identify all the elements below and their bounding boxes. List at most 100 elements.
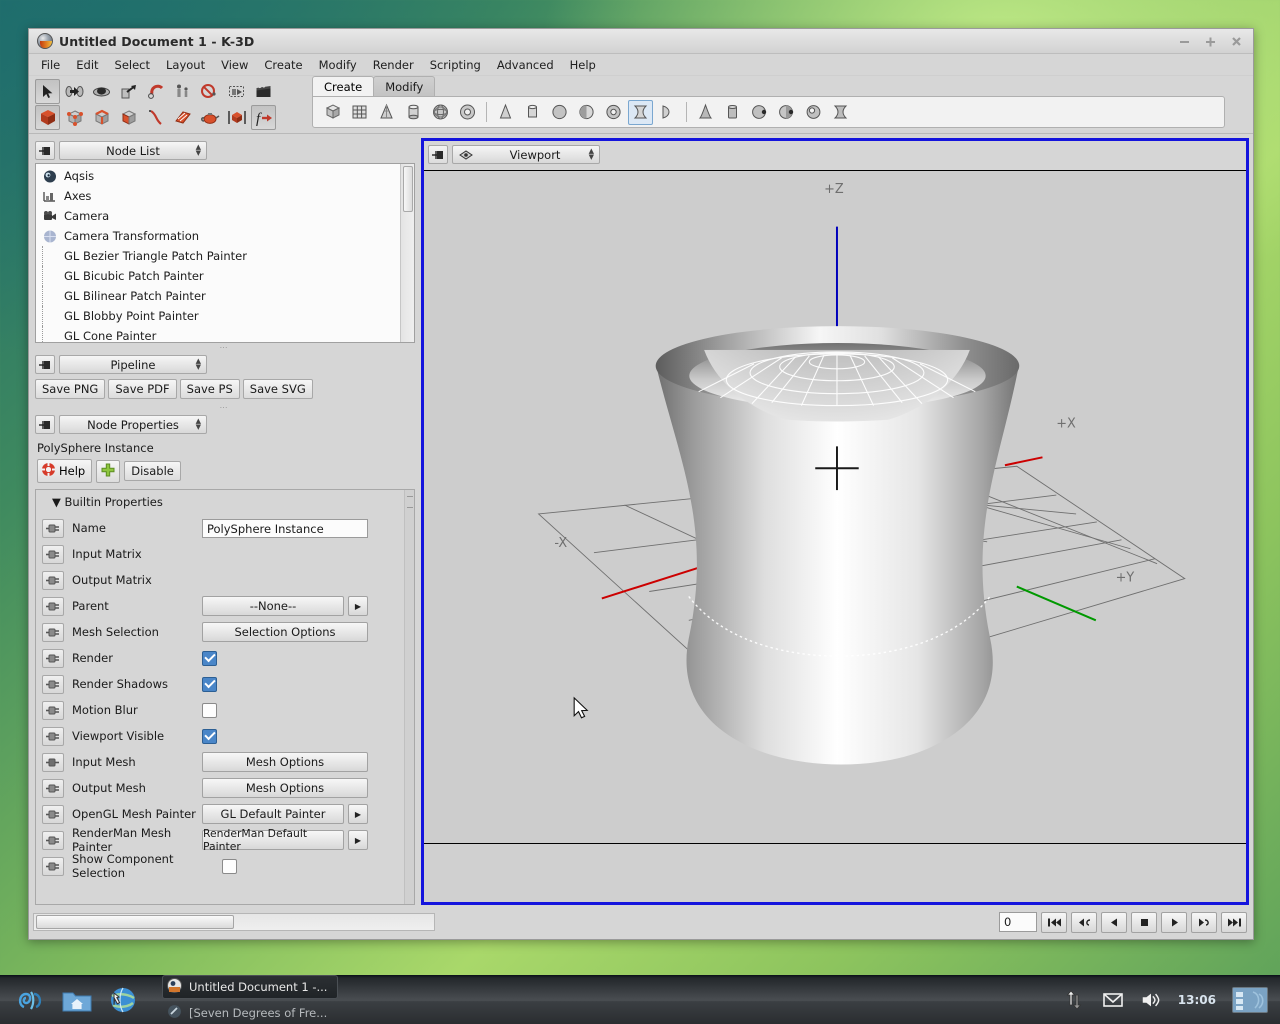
connector-icon[interactable] [42, 570, 64, 590]
patch-icon[interactable] [170, 105, 195, 130]
viewport-panel[interactable]: Viewport ▲ ▼ +Z +X -X +Y [421, 138, 1249, 905]
render-checkbox[interactable] [202, 650, 217, 666]
menu-view[interactable]: View [213, 55, 256, 75]
instance-icon[interactable] [224, 105, 249, 130]
taskbar-task-active[interactable]: Untitled Document 1 -... [162, 974, 339, 999]
parent-menu-arrow-icon[interactable]: ▶ [348, 596, 368, 616]
taskbar-task-inactive[interactable]: [Seven Degrees of Fre... [162, 1001, 338, 1024]
panel-splitter-2[interactable]: ⋯ [33, 403, 415, 412]
poly-disk-icon[interactable] [574, 100, 599, 125]
unparent-tool-icon[interactable] [197, 79, 222, 104]
list-item[interactable]: Camera [36, 206, 400, 226]
grid-icon[interactable] [347, 100, 372, 125]
output-mesh-options-button[interactable]: Mesh Options [202, 778, 368, 798]
maximize-button[interactable] [1204, 35, 1217, 48]
play-reverse-button[interactable] [1101, 911, 1127, 933]
connector-icon[interactable] [42, 674, 64, 694]
input-mesh-options-button[interactable]: Mesh Options [202, 752, 368, 772]
volume-icon[interactable] [1140, 989, 1162, 1011]
menu-help[interactable]: Help [562, 55, 604, 75]
connector-icon[interactable] [42, 726, 64, 746]
viewport-3d-canvas[interactable]: +Z +X -X +Y [424, 170, 1246, 844]
save-svg-button[interactable]: Save SVG [242, 379, 313, 399]
horizontal-scrollbar[interactable] [33, 913, 435, 931]
rewind-to-start-button[interactable] [1041, 911, 1067, 933]
add-property-button[interactable] [96, 459, 121, 483]
taskbar-clock[interactable]: 13:06 [1178, 993, 1216, 1007]
node-list-scroll-thumb[interactable] [403, 166, 413, 212]
connector-icon[interactable] [42, 622, 64, 642]
snap-tool-icon[interactable] [143, 79, 168, 104]
torus-icon[interactable] [455, 100, 480, 125]
node-list-scrollbar[interactable] [400, 164, 414, 342]
viewport-panel-selector[interactable]: Viewport ▲ ▼ [452, 145, 600, 164]
minimize-button[interactable] [1178, 35, 1191, 48]
selection-options-button[interactable]: Selection Options [202, 622, 368, 642]
renderman-mesh-painter-button[interactable]: RenderMan Default Painter [202, 827, 344, 853]
save-pdf-button[interactable]: Save PDF [108, 379, 177, 399]
curve-icon[interactable] [143, 105, 168, 130]
blobby-cylinder-icon[interactable] [720, 100, 745, 125]
blobby-hyperboloid-icon[interactable] [828, 100, 853, 125]
save-ps-button[interactable]: Save PS [179, 379, 240, 399]
close-button[interactable] [1230, 35, 1243, 48]
cube-icon[interactable] [320, 100, 345, 125]
show-component-selection-checkbox[interactable] [222, 858, 237, 874]
poly-cone-icon[interactable] [493, 100, 518, 125]
node-list-panel-selector[interactable]: Node List ▲ ▼ [59, 141, 207, 160]
opengl-mesh-painter-button[interactable]: GL Default Painter [202, 804, 344, 824]
hyperboloid-icon[interactable] [628, 99, 653, 125]
connector-icon[interactable] [42, 778, 64, 798]
connector-icon[interactable] [42, 544, 64, 564]
connector-icon[interactable] [42, 596, 64, 616]
menu-scripting[interactable]: Scripting [422, 55, 489, 75]
render-preview-icon[interactable] [224, 79, 249, 104]
list-item[interactable]: GL Bicubic Patch Painter [36, 266, 400, 286]
list-item[interactable]: GL Cone Painter [36, 326, 400, 342]
forward-to-end-button[interactable] [1221, 911, 1247, 933]
list-item[interactable]: Aqsis [36, 166, 400, 186]
menu-create[interactable]: Create [256, 55, 310, 75]
stop-button[interactable] [1131, 911, 1157, 933]
parent-tool-icon[interactable] [170, 79, 195, 104]
play-button[interactable] [1161, 911, 1187, 933]
blobby-cone-icon[interactable] [693, 100, 718, 125]
list-item[interactable]: GL Blobby Point Painter [36, 306, 400, 326]
name-input[interactable]: PolySphere Instance [202, 518, 368, 538]
pipeline-panel-selector[interactable]: Pipeline ▲ ▼ [59, 355, 207, 374]
menu-select[interactable]: Select [107, 55, 158, 75]
render-frame-icon[interactable] [251, 79, 276, 104]
blobby-disk-icon[interactable] [774, 100, 799, 125]
tab-modify[interactable]: Modify [373, 76, 436, 97]
cone-icon[interactable] [374, 100, 399, 125]
selection-face-icon[interactable] [116, 105, 141, 130]
node-properties-pin-icon[interactable] [35, 415, 55, 434]
tab-create[interactable]: Create [312, 76, 375, 97]
workspace-pager[interactable] [1232, 986, 1268, 1013]
blobby-sphere-icon[interactable] [747, 100, 772, 125]
cylinder-icon[interactable] [401, 100, 426, 125]
list-item[interactable]: GL Bezier Triangle Patch Painter [36, 246, 400, 266]
paraboloid-icon[interactable] [655, 100, 680, 125]
function-icon[interactable]: f [251, 104, 276, 130]
horizontal-scroll-thumb[interactable] [36, 915, 234, 929]
mail-icon[interactable] [1102, 989, 1124, 1011]
render-shadows-checkbox[interactable] [202, 676, 217, 692]
menu-render[interactable]: Render [365, 55, 422, 75]
menu-edit[interactable]: Edit [68, 55, 106, 75]
network-icon[interactable] [1064, 989, 1086, 1011]
help-button[interactable]: Help [37, 459, 93, 483]
viewport-visible-checkbox[interactable] [202, 728, 217, 744]
frame-number-input[interactable]: 0 [999, 912, 1037, 932]
step-back-button[interactable] [1071, 911, 1097, 933]
move-tool-icon[interactable] [62, 79, 87, 104]
menu-modify[interactable]: Modify [311, 55, 365, 75]
connector-icon[interactable] [42, 804, 64, 824]
selection-node-icon[interactable] [35, 104, 60, 130]
motion-blur-checkbox[interactable] [202, 702, 217, 718]
home-folder-icon[interactable] [60, 983, 94, 1017]
mandriva-menu-icon[interactable] [14, 983, 48, 1017]
panel-splitter-1[interactable]: ⋯ [33, 343, 415, 352]
menu-file[interactable]: File [33, 55, 68, 75]
node-list-pin-icon[interactable] [35, 141, 55, 160]
